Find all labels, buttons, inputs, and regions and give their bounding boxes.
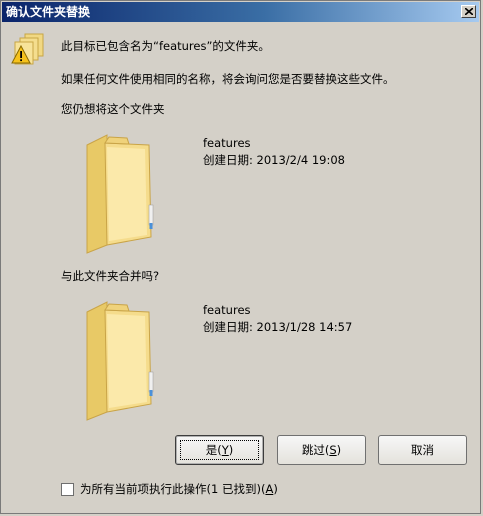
target-folder-date: 创建日期: 2013/1/28 14:57 xyxy=(203,320,353,334)
apply-to-all-checkbox[interactable] xyxy=(61,483,74,496)
question-merge: 与此文件夹合并吗? xyxy=(61,269,160,283)
cancel-button-label: 取消 xyxy=(411,443,434,457)
close-icon xyxy=(465,8,473,15)
skip-button-label: 跳过(S) xyxy=(301,443,342,457)
source-folder-name: features xyxy=(203,136,251,150)
window-title: 确认文件夹替换 xyxy=(6,5,91,19)
close-button[interactable] xyxy=(461,5,476,18)
warning-folders-icon xyxy=(11,33,44,65)
confirm-folder-replace-dialog: 确认文件夹替换 此目标已包含名为“features”的文件夹。 如果任何文件使用… xyxy=(0,0,481,514)
yes-button[interactable]: 是(Y) xyxy=(175,435,264,465)
yes-button-label: 是(Y) xyxy=(205,443,234,457)
message-replace-info: 如果任何文件使用相同的名称，将会询问您是否要替换这些文件。 xyxy=(61,72,395,86)
cancel-button[interactable]: 取消 xyxy=(378,435,467,465)
target-folder-icon[interactable] xyxy=(79,300,159,422)
question-folder: 您仍想将这个文件夹 xyxy=(61,102,165,116)
message-existing: 此目标已包含名为“features”的文件夹。 xyxy=(61,39,270,53)
skip-button[interactable]: 跳过(S) xyxy=(277,435,366,465)
apply-to-all-label[interactable]: 为所有当前项执行此操作(1 已找到)(A) xyxy=(80,482,278,497)
target-folder-name: features xyxy=(203,303,251,317)
source-folder-icon[interactable] xyxy=(79,133,159,255)
title-bar[interactable]: 确认文件夹替换 xyxy=(2,2,479,22)
source-folder-date: 创建日期: 2013/2/4 19:08 xyxy=(203,153,345,167)
